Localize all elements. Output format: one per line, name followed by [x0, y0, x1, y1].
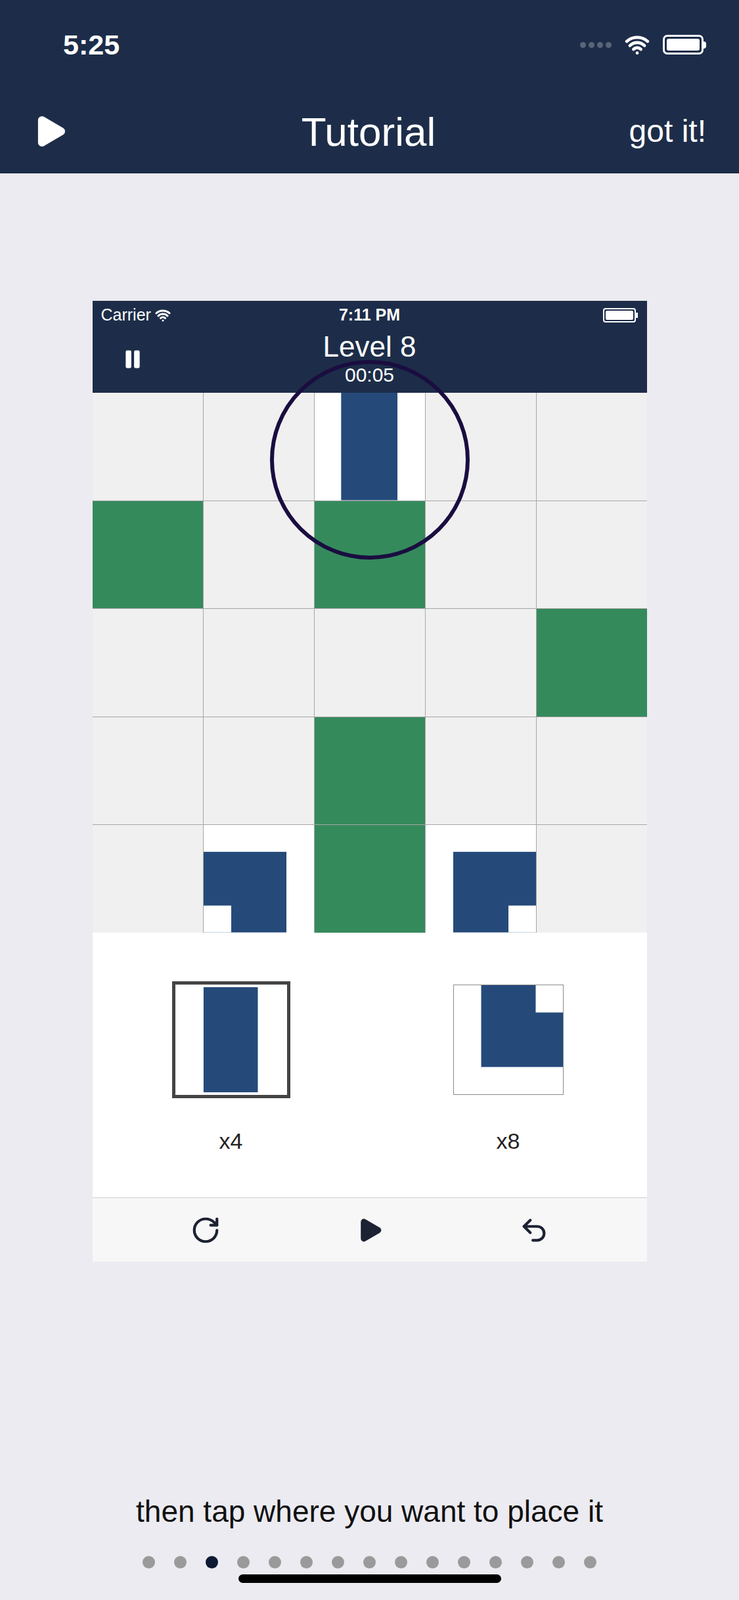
game-grid [92, 392, 648, 933]
empty-cell[interactable] [92, 608, 203, 717]
piece-count: x8 [496, 1124, 521, 1159]
page-dot[interactable] [363, 1556, 376, 1569]
preview-screen: Carrier 7:11 PMLevel 800:05 x4 x8 [92, 300, 648, 1262]
play-icon[interactable] [30, 111, 69, 152]
page-dot[interactable] [394, 1556, 408, 1569]
empty-cell[interactable] [536, 392, 648, 501]
page-dot[interactable] [489, 1556, 502, 1569]
home-indicator [238, 1574, 502, 1584]
page-dot[interactable] [331, 1556, 345, 1569]
empty-cell[interactable] [203, 717, 314, 826]
empty-cell[interactable] [203, 392, 314, 501]
page-dot[interactable] [552, 1556, 565, 1569]
corner-piece-icon [453, 985, 563, 1095]
bar-piece-icon [178, 987, 285, 1093]
empty-cell[interactable] [314, 608, 426, 717]
page-dot[interactable] [426, 1556, 439, 1569]
preview-wifi-icon [155, 307, 171, 324]
header: 5:25 Tutorial got it! [0, 0, 739, 174]
app: 5:25 Tutorial got it! Carrier 7:11 PMLevel 8… [0, 0, 739, 1600]
preview-time: 7:11 PM [279, 302, 460, 328]
page-indicator [142, 1556, 597, 1569]
level-timer: 00:05 [344, 363, 395, 387]
empty-cell[interactable] [203, 501, 314, 609]
empty-cell[interactable] [536, 717, 648, 826]
got-it-button[interactable]: got it! [629, 107, 707, 156]
page-dot[interactable] [268, 1556, 282, 1569]
status-bar: 5:25 [0, 0, 739, 90]
signal-icon [580, 42, 612, 48]
run-icon[interactable] [355, 1215, 385, 1245]
highlight-circle [269, 359, 470, 560]
restart-icon[interactable] [190, 1215, 221, 1246]
wifi-icon [624, 32, 650, 58]
empty-cell[interactable] [92, 392, 203, 501]
battery-icon [662, 34, 707, 55]
preview-battery-icon [603, 308, 638, 323]
pieces-panel: x4 x8 [92, 932, 648, 1198]
undo-icon[interactable] [518, 1215, 550, 1246]
piece-cell[interactable] [203, 825, 314, 933]
pause-icon[interactable] [121, 348, 144, 371]
empty-cell[interactable] [425, 717, 537, 826]
page-dot[interactable] [174, 1556, 187, 1569]
green-cell[interactable] [536, 608, 648, 717]
page-dot[interactable] [205, 1556, 219, 1569]
preview-carrier: Carrier [101, 302, 152, 328]
status-icons [580, 32, 707, 58]
status-time: 5:25 [63, 23, 120, 67]
preview-header: Carrier 7:11 PMLevel 800:05 [92, 300, 648, 393]
green-cell[interactable] [92, 501, 203, 609]
preview-status-bar: Carrier 7:11 PM [92, 300, 648, 330]
empty-cell[interactable] [536, 825, 648, 933]
empty-cell[interactable] [425, 392, 537, 501]
piece-option[interactable]: x8 [369, 932, 648, 1198]
page-dot[interactable] [457, 1556, 471, 1569]
piece-count: x4 [219, 1124, 244, 1159]
toolbar [92, 1197, 648, 1262]
empty-cell[interactable] [92, 717, 203, 826]
page-dot[interactable] [583, 1556, 597, 1569]
corner-piece-icon [425, 825, 537, 933]
nav-bar: Tutorial got it! [0, 89, 739, 174]
piece-cell[interactable] [314, 392, 426, 501]
empty-cell[interactable] [536, 501, 648, 609]
bar-piece-icon [314, 392, 426, 501]
empty-cell[interactable] [203, 608, 314, 717]
empty-cell[interactable] [425, 608, 537, 717]
piece-option[interactable]: x4 [92, 932, 370, 1198]
page-dot[interactable] [237, 1556, 250, 1569]
page-dot[interactable] [142, 1556, 156, 1569]
page-dot[interactable] [300, 1556, 313, 1569]
nav-title: Tutorial [301, 101, 436, 163]
green-cell[interactable] [314, 825, 426, 933]
green-cell[interactable] [314, 717, 426, 826]
piece-cell[interactable] [425, 825, 537, 933]
caption: then tap where you want to place it [135, 1493, 604, 1530]
empty-cell[interactable] [92, 825, 203, 933]
page-dot[interactable] [520, 1556, 534, 1569]
level-title: Level 8 [323, 329, 417, 364]
corner-piece-icon [203, 825, 314, 933]
empty-cell[interactable] [425, 501, 537, 609]
green-cell[interactable] [314, 501, 426, 609]
